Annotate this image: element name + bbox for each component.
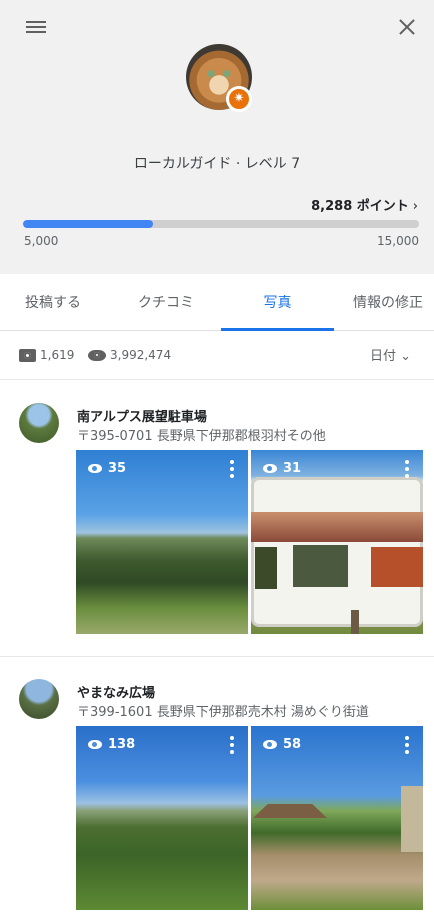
profile-header: ✷ ローカルガイド · レベル 7 8,288 ポイント › 5,000 15,0… [0, 0, 434, 274]
tab-edits[interactable]: 情報の修正 [342, 274, 434, 331]
photo-count-value: 1,619 [40, 348, 75, 362]
place-thumbnail[interactable] [19, 403, 59, 443]
signboard-photo [371, 547, 423, 587]
sort-button[interactable]: 日付 ⌄ [370, 345, 411, 364]
progress-max-label: 15,000 [377, 234, 419, 248]
sort-label: 日付 [370, 349, 397, 364]
points-label: 8,288 ポイント [311, 199, 409, 214]
place-card: やまなみ広場 〒399-1601 長野県下伊那郡売木村 湯めぐり街道 138 5… [0, 679, 434, 919]
more-options-icon[interactable] [405, 736, 409, 754]
photo-views: 58 [263, 737, 301, 752]
photo-views: 138 [88, 737, 135, 752]
photo-views-count: 58 [283, 737, 302, 752]
camera-icon [19, 348, 36, 362]
photo-count: 1,619 [19, 348, 74, 362]
place-photo[interactable]: 35 [76, 450, 248, 634]
eye-icon [88, 349, 106, 361]
eye-icon [88, 464, 102, 473]
view-count-value: 3,992,474 [110, 348, 172, 362]
photo-stats-bar: 1,619 3,992,474 日付 ⌄ [0, 332, 434, 380]
eye-icon [263, 740, 277, 749]
eye-icon [88, 740, 102, 749]
photo-views-count: 138 [108, 737, 136, 752]
place-thumbnail[interactable] [19, 679, 59, 719]
close-icon[interactable] [394, 14, 420, 40]
signboard-photo [293, 545, 348, 587]
profile-tabs: 投稿する クチコミ 写真 情報の修正 [0, 274, 434, 331]
tab-reviews[interactable]: クチコミ [114, 274, 218, 331]
points-progress-bar [23, 220, 419, 228]
gazebo-roof [253, 804, 327, 818]
points-link[interactable]: 8,288 ポイント › [311, 195, 418, 214]
local-guide-badge-icon: ✷ [226, 86, 252, 112]
place-title[interactable]: 南アルプス展望駐車場 [77, 406, 207, 425]
place-title[interactable]: やまなみ広場 [77, 682, 155, 701]
place-photo[interactable]: 58 [251, 726, 423, 910]
more-options-icon[interactable] [405, 460, 409, 478]
more-options-icon[interactable] [230, 460, 234, 478]
tab-post[interactable]: 投稿する [0, 274, 106, 331]
building-wall [401, 786, 423, 852]
signboard-panorama [251, 512, 423, 542]
signboard-post [351, 610, 359, 634]
place-address: 〒395-0701 長野県下伊那郡根羽村その他 [77, 429, 326, 444]
signboard-photo [255, 547, 277, 589]
place-address: 〒399-1601 長野県下伊那郡売木村 湯めぐり街道 [77, 705, 369, 720]
progress-min-label: 5,000 [24, 234, 59, 248]
photo-views-count: 35 [108, 461, 127, 476]
more-options-icon[interactable] [230, 736, 234, 754]
chevron-down-icon: ⌄ [400, 349, 412, 364]
menu-icon[interactable] [24, 18, 48, 38]
guide-level-label: ローカルガイド · レベル 7 [133, 156, 301, 172]
place-card: 南アルプス展望駐車場 〒395-0701 長野県下伊那郡根羽村その他 35 31 [0, 403, 434, 643]
chevron-right-icon: › [412, 199, 418, 214]
divider [0, 656, 434, 657]
eye-icon [263, 464, 277, 473]
view-count: 3,992,474 [88, 348, 171, 362]
photo-views-count: 31 [283, 461, 302, 476]
place-photo[interactable]: 138 [76, 726, 248, 910]
photo-views: 31 [263, 461, 301, 476]
place-photo[interactable]: 31 [251, 450, 423, 634]
photo-views: 35 [88, 461, 126, 476]
tab-photos[interactable]: 写真 [221, 274, 334, 331]
points-progress-fill [23, 220, 154, 228]
